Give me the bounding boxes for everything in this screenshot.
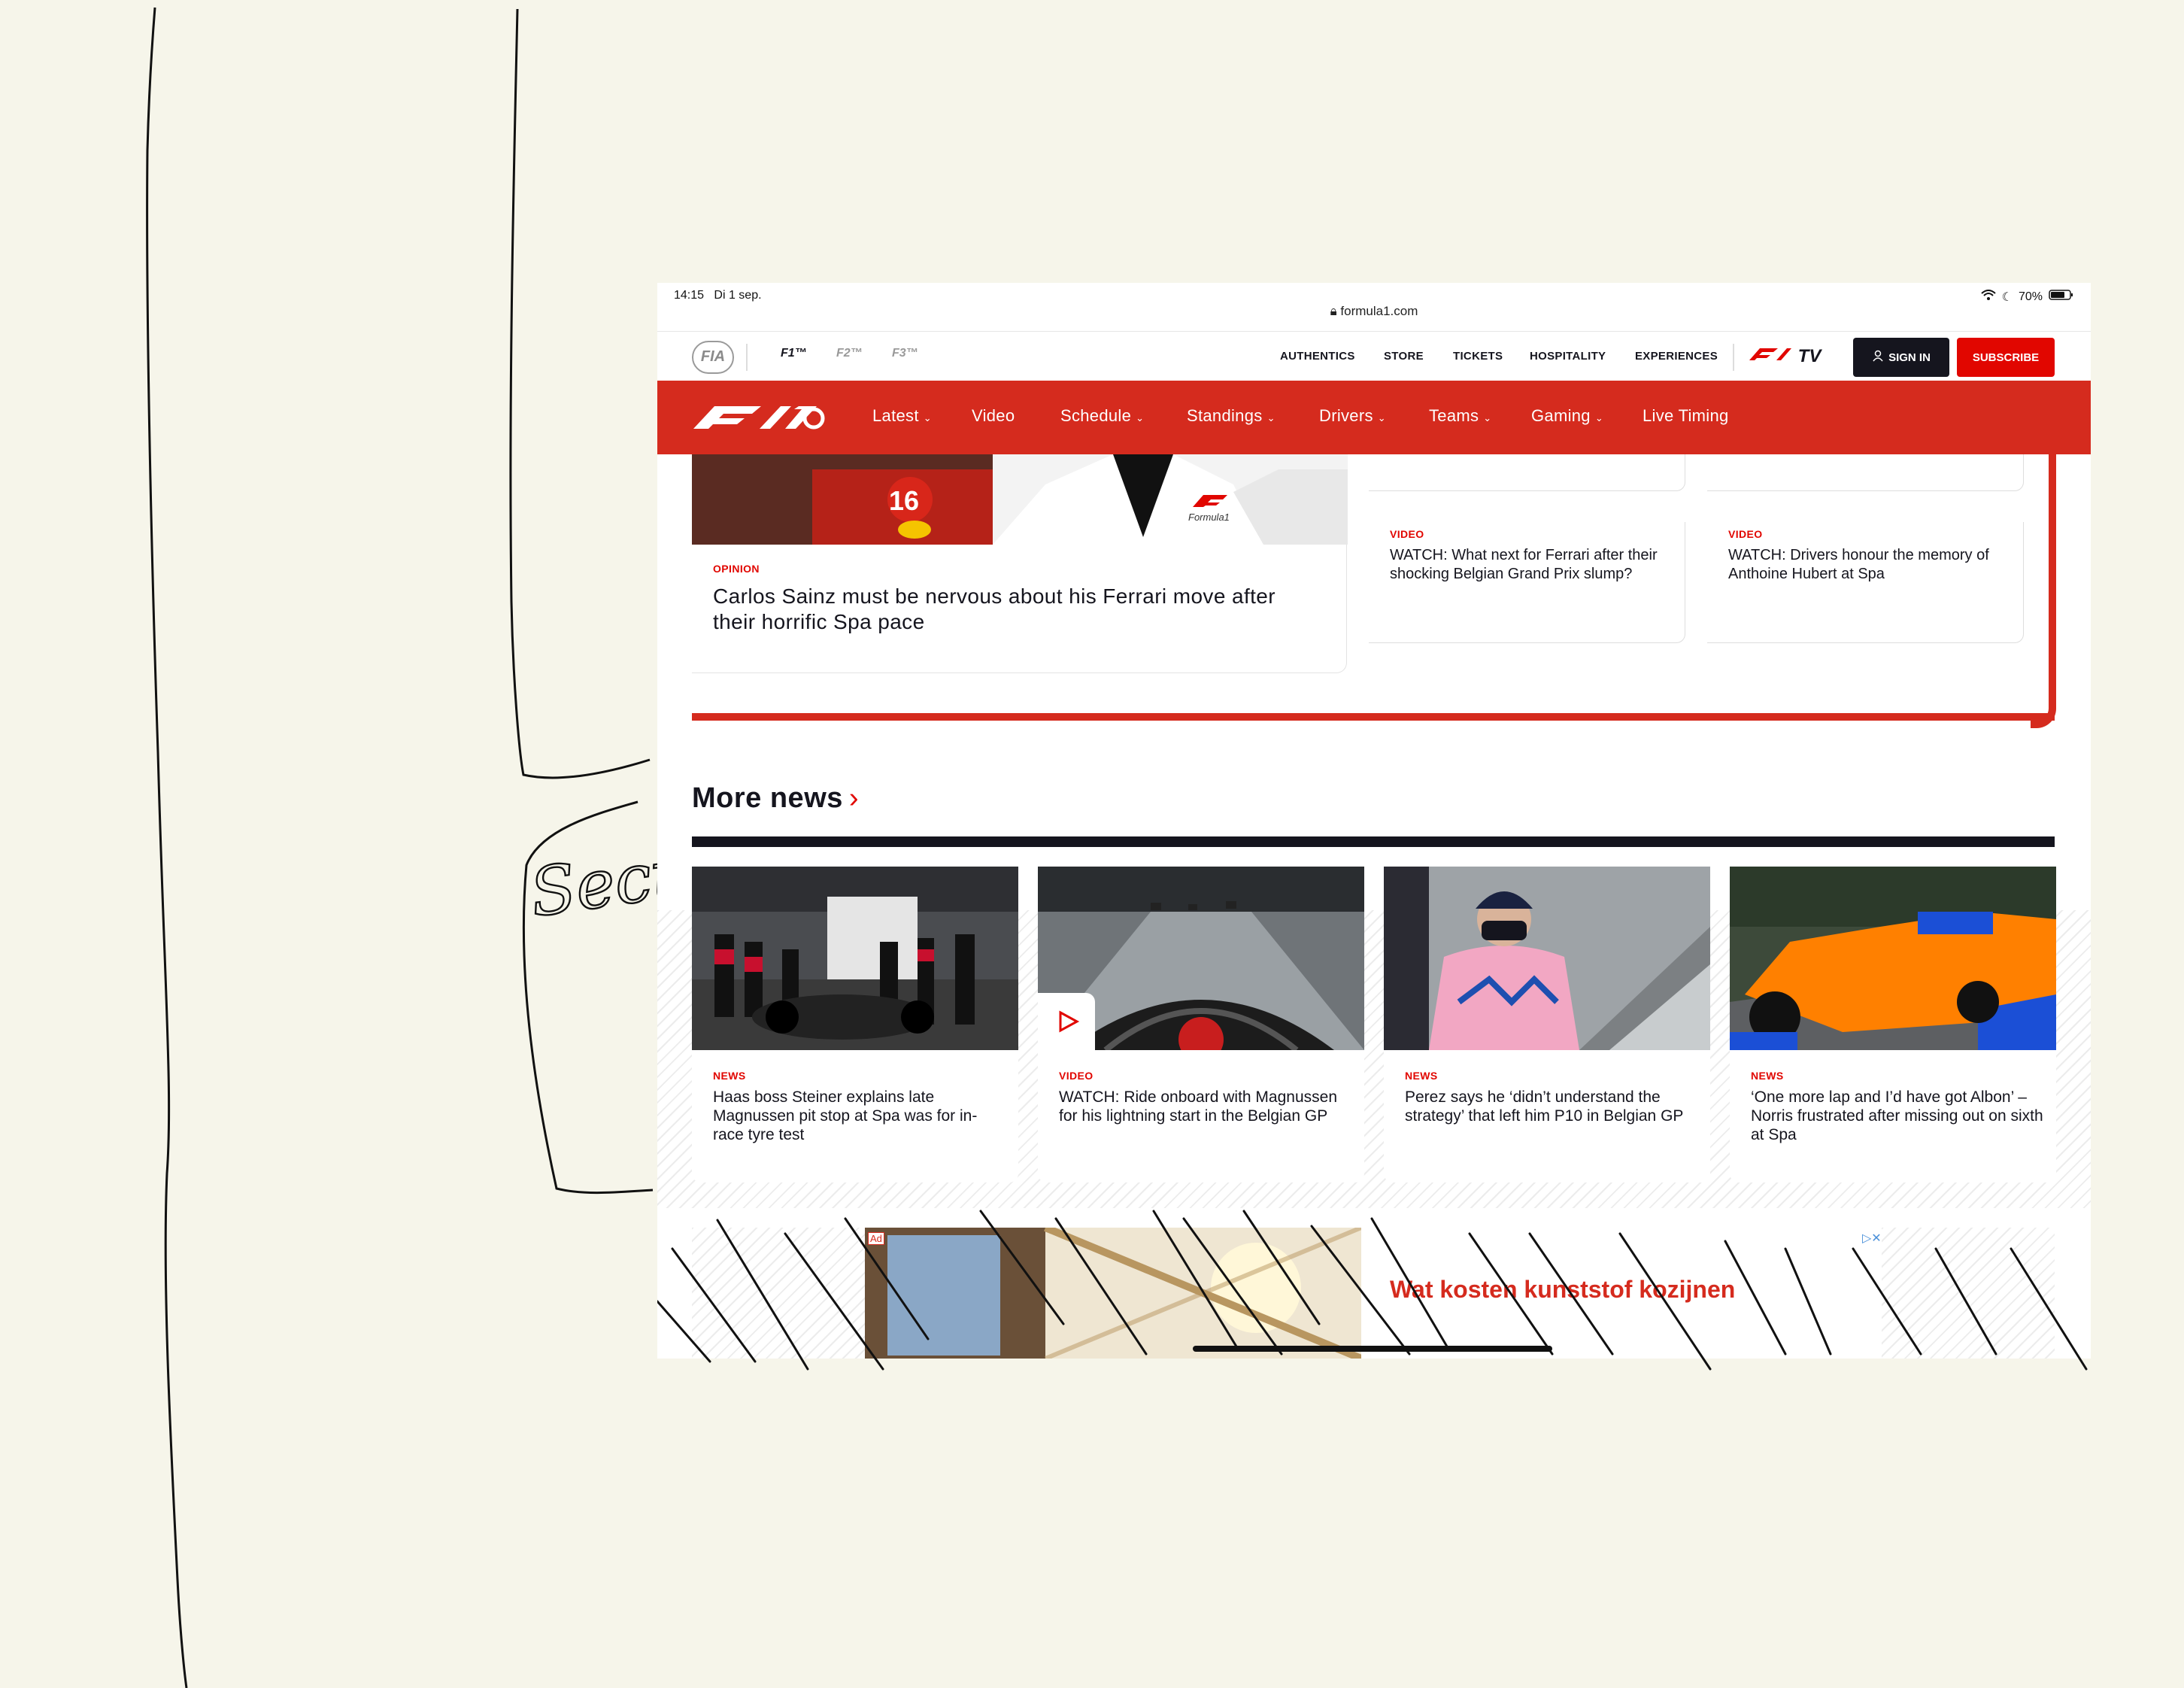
news-card[interactable]: NEWS Haas boss Steiner explains late Mag… — [692, 867, 1018, 1183]
battery-percent: 70% — [2018, 290, 2043, 303]
subscribe-button[interactable]: SUBSCRIBE — [1957, 338, 2055, 377]
user-icon — [1872, 350, 1884, 365]
news-image — [1730, 867, 2056, 1050]
article-tag: VIDEO — [1728, 528, 1763, 540]
side-card-title: WATCH: Drivers honour the memory of Anth… — [1728, 547, 1989, 582]
article-tag: VIDEO — [1390, 528, 1424, 540]
side-card-prev[interactable] — [1707, 454, 2024, 491]
nav-teams[interactable]: Teams ⌄ — [1429, 406, 1492, 426]
sign-in-label: SIGN IN — [1888, 351, 1931, 364]
news-card[interactable]: NEWS ‘One more lap and I’d have got Albo… — [1730, 867, 2056, 1183]
nav-schedule[interactable]: Schedule ⌄ — [1060, 406, 1144, 426]
article-tag: VIDEO — [1059, 1070, 1094, 1082]
chevron-down-icon: ⌄ — [923, 412, 932, 424]
battery-icon — [2049, 289, 2074, 305]
news-title: Perez says he ‘didn’t understand the str… — [1405, 1088, 1684, 1125]
news-image — [1384, 867, 1710, 1050]
main-nav: Latest ⌄ Video Schedule ⌄ Standings ⌄ Drive… — [657, 381, 2091, 454]
divider — [746, 344, 748, 371]
url-text: formula1.com — [1340, 304, 1418, 318]
news-title: WATCH: Ride onboard with Magnussen for h… — [1059, 1088, 1337, 1125]
nav-drivers[interactable]: Drivers ⌄ — [1319, 406, 1386, 426]
link-experiences[interactable]: EXPERIENCES — [1635, 350, 1718, 363]
link-tickets[interactable]: TICKETS — [1453, 350, 1503, 363]
url-bar[interactable]: 🔒︎ formula1.com — [657, 304, 2091, 319]
divider — [1733, 344, 1734, 371]
side-card-title: WATCH: What next for Ferrari after their… — [1390, 547, 1658, 582]
moon-icon: ☾ — [2001, 290, 2013, 304]
news-title: ‘One more lap and I’d have got Albon’ – … — [1751, 1088, 2043, 1143]
article-tag: NEWS — [1751, 1070, 1784, 1082]
fia-logo[interactable]: FIA — [692, 341, 734, 374]
svg-text:16: 16 — [889, 485, 919, 516]
article-tag: NEWS — [713, 1070, 746, 1082]
link-hospitality[interactable]: HOSPITALITY — [1530, 350, 1606, 363]
series-f3[interactable]: F3™ — [892, 347, 918, 360]
news-title: Haas boss Steiner explains late Magnusse… — [713, 1088, 978, 1143]
side-card[interactable]: VIDEO WATCH: What next for Ferrari after… — [1369, 522, 1685, 643]
featured-image[interactable]: 16 Formula1 — [692, 454, 1348, 545]
annotation-scribble — [657, 1210, 2088, 1371]
link-store[interactable]: STORE — [1384, 350, 1424, 363]
play-button[interactable] — [1038, 993, 1095, 1050]
featured-frame-border — [2031, 454, 2056, 728]
lock-icon: 🔒︎ — [1330, 304, 1337, 318]
chevron-down-icon: ⌄ — [1594, 412, 1604, 424]
news-image — [692, 867, 1018, 1050]
featured-frame-bottom — [692, 713, 2055, 721]
series-f1[interactable]: F1™ — [781, 347, 807, 360]
sign-in-button[interactable]: SIGN IN — [1853, 338, 1949, 377]
chevron-down-icon: ⌄ — [1483, 412, 1492, 424]
f1-logo-icon — [1749, 348, 1791, 360]
link-authentics[interactable]: AUTHENTICS — [1280, 350, 1355, 363]
wifi-icon — [1980, 290, 1996, 304]
status-date: Di 1 sep. — [714, 289, 762, 302]
nav-live-timing[interactable]: Live Timing — [1643, 406, 1729, 426]
article-tag: NEWS — [1405, 1070, 1438, 1082]
section-divider — [692, 836, 2055, 847]
status-time: 14:15 — [674, 289, 705, 302]
nav-gaming[interactable]: Gaming ⌄ — [1531, 406, 1603, 426]
screenshot-frame: 14:15 Di 1 sep. ☾ 70% 🔒︎ formula1.com FI… — [657, 283, 2091, 1359]
news-card[interactable]: VIDEO WATCH: Ride onboard with Magnussen… — [1038, 867, 1364, 1183]
news-card[interactable]: NEWS Perez says he ‘didn’t understand th… — [1384, 867, 1710, 1183]
f1-tv-link[interactable]: TV — [1748, 345, 1821, 367]
hero-text: Formula1 — [1188, 512, 1230, 523]
nav-video[interactable]: Video — [972, 406, 1015, 426]
top-nav: FIA F1™ F2™ F3™ AUTHENTICS STORE TICKETS… — [657, 331, 2091, 383]
featured-card[interactable]: OPINION Carlos Sainz must be nervous abo… — [692, 545, 1347, 673]
chevron-right-icon: › — [848, 782, 860, 814]
more-news-heading[interactable]: More news › — [692, 782, 859, 815]
series-f2[interactable]: F2™ — [836, 347, 863, 360]
chevron-down-icon: ⌄ — [1136, 412, 1145, 424]
side-card[interactable]: VIDEO WATCH: Drivers honour the memory o… — [1707, 522, 2024, 643]
f1-70-logo[interactable] — [692, 402, 827, 432]
annotation-bracket-top — [509, 8, 651, 779]
featured-title: Carlos Sainz must be nervous about his F… — [713, 584, 1276, 633]
nav-standings[interactable]: Standings ⌄ — [1187, 406, 1276, 426]
nav-latest[interactable]: Latest ⌄ — [872, 406, 932, 426]
chevron-down-icon: ⌄ — [1266, 412, 1276, 424]
tv-label: TV — [1797, 346, 1822, 366]
side-card-prev[interactable] — [1369, 454, 1685, 491]
chevron-down-icon: ⌄ — [1377, 412, 1386, 424]
play-icon — [1059, 1010, 1080, 1033]
annotation-line-left — [146, 7, 188, 1688]
article-tag: OPINION — [713, 563, 760, 575]
